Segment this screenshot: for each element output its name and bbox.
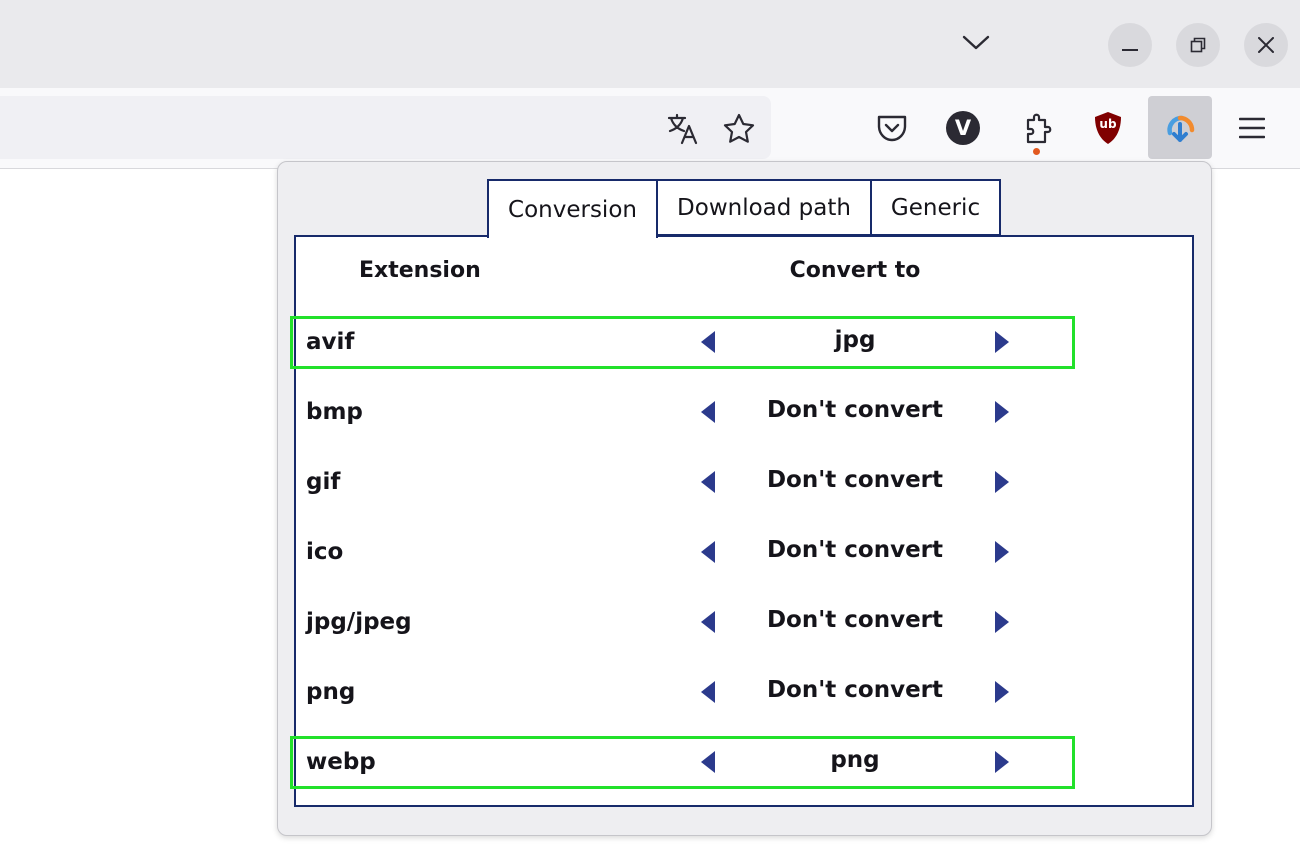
prev-option-button[interactable] bbox=[698, 540, 718, 564]
triangle-right-icon bbox=[995, 471, 1009, 493]
minimize-button[interactable] bbox=[1108, 23, 1152, 67]
tab-download-path[interactable]: Download path bbox=[656, 179, 872, 236]
conversion-row-jpg-jpeg: jpg/jpeg Don't convert bbox=[296, 595, 1192, 649]
next-option-button[interactable] bbox=[992, 680, 1012, 704]
row-convert-value: Don't convert bbox=[766, 607, 944, 633]
ublock-label: ub bbox=[1099, 117, 1117, 131]
row-convert-value: Don't convert bbox=[766, 397, 944, 423]
triangle-left-icon bbox=[701, 401, 715, 423]
convert-to-column-header: Convert to bbox=[789, 258, 921, 283]
conversion-row-ico: ico Don't convert bbox=[296, 525, 1192, 579]
image-converter-extension-button[interactable] bbox=[1148, 96, 1212, 159]
triangle-right-icon bbox=[995, 401, 1009, 423]
highlight-box-avif bbox=[290, 316, 1075, 369]
restore-button[interactable] bbox=[1176, 23, 1220, 67]
tab-generic[interactable]: Generic bbox=[870, 179, 1001, 236]
hamburger-menu-icon[interactable] bbox=[1234, 110, 1270, 146]
tab-generic-label: Generic bbox=[890, 194, 981, 221]
row-convert-value: Don't convert bbox=[766, 537, 944, 563]
prev-option-button[interactable] bbox=[698, 470, 718, 494]
conversion-row-png: png Don't convert bbox=[296, 665, 1192, 719]
triangle-left-icon bbox=[701, 471, 715, 493]
extensions-puzzle-icon[interactable] bbox=[1018, 108, 1058, 148]
bookmark-star-icon[interactable] bbox=[718, 108, 760, 150]
row-extension: jpg/jpeg bbox=[306, 609, 412, 635]
next-option-button[interactable] bbox=[992, 540, 1012, 564]
row-extension: ico bbox=[306, 539, 344, 565]
tab-conversion[interactable]: Conversion bbox=[487, 179, 658, 238]
row-extension: gif bbox=[306, 469, 341, 495]
tab-conversion-label: Conversion bbox=[508, 196, 637, 223]
url-bar[interactable] bbox=[0, 96, 771, 159]
next-option-button[interactable] bbox=[992, 470, 1012, 494]
tab-download-path-label: Download path bbox=[677, 194, 851, 221]
extension-v-label: V bbox=[954, 116, 972, 140]
triangle-left-icon bbox=[701, 611, 715, 633]
extension-v-icon[interactable]: V bbox=[946, 111, 980, 145]
prev-option-button[interactable] bbox=[698, 680, 718, 704]
image-converter-extension-icon bbox=[1167, 115, 1195, 142]
pocket-icon[interactable] bbox=[872, 108, 912, 148]
conversion-row-gif: gif Don't convert bbox=[296, 455, 1192, 509]
extension-column-header: Extension bbox=[359, 258, 481, 283]
restore-icon bbox=[1190, 37, 1206, 53]
translate-icon[interactable] bbox=[662, 108, 704, 150]
row-extension: png bbox=[306, 679, 356, 705]
row-convert-value: Don't convert bbox=[766, 677, 944, 703]
conversion-row-bmp: bmp Don't convert bbox=[296, 385, 1192, 439]
close-icon bbox=[1258, 37, 1274, 53]
highlight-box-webp bbox=[290, 736, 1075, 789]
triangle-right-icon bbox=[995, 681, 1009, 703]
title-bar bbox=[0, 0, 1300, 88]
triangle-left-icon bbox=[701, 541, 715, 563]
prev-option-button[interactable] bbox=[698, 400, 718, 424]
chevron-down-icon[interactable] bbox=[958, 28, 994, 58]
row-extension: bmp bbox=[306, 399, 363, 425]
minimize-icon bbox=[1122, 49, 1138, 51]
ublock-icon[interactable]: ub bbox=[1090, 108, 1126, 148]
prev-option-button[interactable] bbox=[698, 610, 718, 634]
triangle-right-icon bbox=[995, 611, 1009, 633]
close-window-button[interactable] bbox=[1244, 23, 1288, 67]
triangle-right-icon bbox=[995, 541, 1009, 563]
next-option-button[interactable] bbox=[992, 610, 1012, 634]
notification-dot bbox=[1033, 148, 1040, 155]
row-convert-value: Don't convert bbox=[766, 467, 944, 493]
next-option-button[interactable] bbox=[992, 400, 1012, 424]
triangle-left-icon bbox=[701, 681, 715, 703]
